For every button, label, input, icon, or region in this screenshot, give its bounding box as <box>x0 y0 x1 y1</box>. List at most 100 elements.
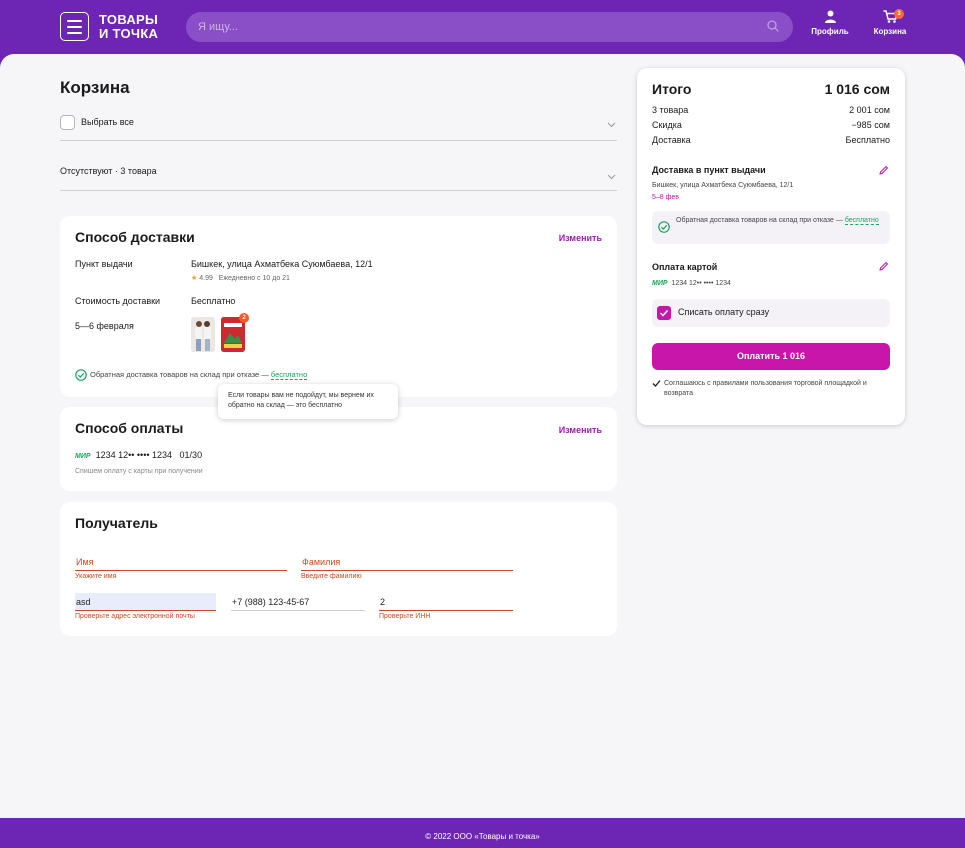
product-thumbnail[interactable] <box>191 317 215 352</box>
first-name-field[interactable] <box>75 553 287 571</box>
mir-logo-icon: МИР <box>75 453 91 460</box>
summary-discount-label: Скидка <box>652 120 682 130</box>
pickup-rating-row: ★ 4.99 Ежедневно с 10 до 21 <box>191 274 290 282</box>
edit-pencil-icon[interactable] <box>878 261 889 272</box>
summary-delivery-row: Доставка Бесплатно <box>652 135 890 147</box>
payment-note: Спишем оплату с карты при получении <box>75 468 203 475</box>
absent-items-label: Отсутствуют · 3 товара <box>60 166 157 176</box>
first-name-error: Укажите имя <box>75 573 117 580</box>
payment-change-link[interactable]: Изменить <box>559 425 602 435</box>
footer: © 2022 ООО «Товары и точка» <box>0 818 965 848</box>
header: ТОВАРЫ И ТОЧКА Профиль 3 Корзина <box>0 0 965 54</box>
summary-return-link[interactable]: бесплатно <box>844 217 879 225</box>
product-count-badge: 2 <box>239 313 249 323</box>
menu-icon-bar <box>67 32 82 34</box>
menu-icon-bar <box>67 26 82 28</box>
agree-row: Соглашаюсь с правилами пользования торго… <box>652 379 882 399</box>
summary-return-text: Обратная доставка товаров на склад при о… <box>676 217 843 224</box>
pay-now-checkbox[interactable] <box>657 306 671 320</box>
summary-items-label: 3 товара <box>652 105 689 115</box>
delivery-change-link[interactable]: Изменить <box>559 233 602 243</box>
return-info: Обратная доставка товаров на склад при о… <box>75 369 308 381</box>
copyright: © 2022 ООО «Товары и точка» <box>425 832 540 841</box>
edit-pencil-icon[interactable] <box>878 165 889 176</box>
summary-card-title: Оплата картой <box>652 262 718 272</box>
last-name-input[interactable] <box>301 553 513 570</box>
return-free-link[interactable]: бесплатно <box>270 369 308 380</box>
return-text: Обратная доставка товаров на склад при о… <box>90 369 269 379</box>
summary-return-text-wrap: Обратная доставка товаров на склад при о… <box>676 216 881 226</box>
summary-delivery-value: Бесплатно <box>845 135 890 145</box>
pickup-label: Пункт выдачи <box>75 259 133 269</box>
select-all-row[interactable]: Выбрать все <box>60 114 617 141</box>
pay-now-label: Списать оплату сразу <box>678 307 770 317</box>
menu-button[interactable] <box>60 12 89 41</box>
first-name-input[interactable] <box>75 553 287 570</box>
pickup-address: Бишкек, улица Ахматбека Суюмбаева, 12/1 <box>191 259 373 269</box>
pay-button[interactable]: Оплатить 1 016 <box>652 343 890 370</box>
email-input[interactable] <box>75 593 216 610</box>
payment-card: Способ оплаты Изменить МИР 1234 12•• •••… <box>60 407 617 491</box>
summary-pickup-address: Бишкек, улица Ахматбека Суюмбаева, 12/1 <box>652 182 794 189</box>
cart-button[interactable]: 3 Корзина <box>865 9 915 46</box>
summary-pickup-title: Доставка в пункт выдачи <box>652 165 766 175</box>
email-error: Проверьте адрес электронной почты <box>75 613 195 620</box>
last-name-field[interactable] <box>301 553 513 571</box>
logo-line2: И ТОЧКА <box>99 26 159 41</box>
inn-input[interactable] <box>379 593 513 610</box>
summary-discount-value: −985 сом <box>851 120 890 130</box>
payment-card-row: МИР 1234 12•• •••• 1234 01/30 <box>75 450 202 460</box>
delivery-cost-label: Стоимость доставки <box>75 296 161 306</box>
return-tooltip: Если товары вам не подойдут, мы вернем и… <box>218 384 398 419</box>
summary-total: 1 016 сом <box>824 81 890 97</box>
summary-discount-row: Скидка −985 сом <box>652 120 890 132</box>
email-field[interactable] <box>75 593 216 611</box>
page-title: Корзина <box>60 78 130 97</box>
absent-items-row[interactable]: Отсутствуют · 3 товара <box>60 162 617 191</box>
checkmark-icon <box>659 309 669 317</box>
summary-items-value: 2 001 сом <box>849 105 890 115</box>
phone-field[interactable] <box>231 593 365 611</box>
profile-label: Профиль <box>811 27 849 36</box>
profile-button[interactable]: Профиль <box>805 10 855 46</box>
phone-input[interactable] <box>231 593 365 610</box>
search-bar <box>186 12 793 42</box>
summary-card-row: МИР 1234 12•• •••• 1234 <box>652 280 731 287</box>
logo-line1: ТОВАРЫ <box>99 12 159 27</box>
delivery-title: Способ доставки <box>75 229 195 245</box>
product-image <box>191 317 215 352</box>
chevron-down-icon[interactable] <box>607 172 616 181</box>
cart-count-badge: 3 <box>894 9 904 19</box>
mir-logo-icon: МИР <box>652 280 668 287</box>
user-icon <box>824 10 836 23</box>
payment-card-expiry: 01/30 <box>179 450 203 460</box>
delivery-card: Способ доставки Изменить Пункт выдачи Би… <box>60 216 617 397</box>
pickup-rating: 4.99 <box>199 275 213 282</box>
summary-return-info: Обратная доставка товаров на склад при о… <box>652 211 890 244</box>
delivery-cost-value: Бесплатно <box>191 296 236 306</box>
star-icon: ★ <box>191 275 198 282</box>
order-summary: Итого 1 016 сом 3 товара 2 001 сом Скидк… <box>637 68 905 425</box>
inn-error: Проверьте ИНН <box>379 613 431 620</box>
select-all-checkbox[interactable] <box>60 115 75 130</box>
check-circle-icon <box>75 369 87 381</box>
main-content: Корзина Выбрать все Отсутствуют · 3 това… <box>0 54 965 818</box>
search-icon[interactable] <box>767 20 779 32</box>
summary-items-row: 3 товара 2 001 сом <box>652 105 890 117</box>
check-circle-icon <box>658 221 670 233</box>
inn-field[interactable] <box>379 593 513 611</box>
cart-label: Корзина <box>873 27 907 36</box>
recipient-title: Получатель <box>75 515 158 531</box>
pickup-hours: Ежедневно с 10 до 21 <box>218 275 290 282</box>
check-icon <box>652 380 661 387</box>
pay-now-option[interactable]: Списать оплату сразу <box>652 299 890 327</box>
payment-card-number: 1234 12•• •••• 1234 <box>95 450 173 460</box>
logo[interactable]: ТОВАРЫ И ТОЧКА <box>99 13 158 41</box>
recipient-card: Получатель Укажите имя Введите фамилию П… <box>60 502 617 636</box>
agree-text: Соглашаюсь с правилами пользования торго… <box>664 380 867 397</box>
summary-card-number: 1234 12•• •••• 1234 <box>671 280 731 287</box>
chevron-down-icon[interactable] <box>607 120 616 129</box>
product-thumbnail[interactable]: 2 <box>221 313 249 352</box>
search-input[interactable] <box>198 18 758 36</box>
summary-delivery-label: Доставка <box>652 135 691 145</box>
